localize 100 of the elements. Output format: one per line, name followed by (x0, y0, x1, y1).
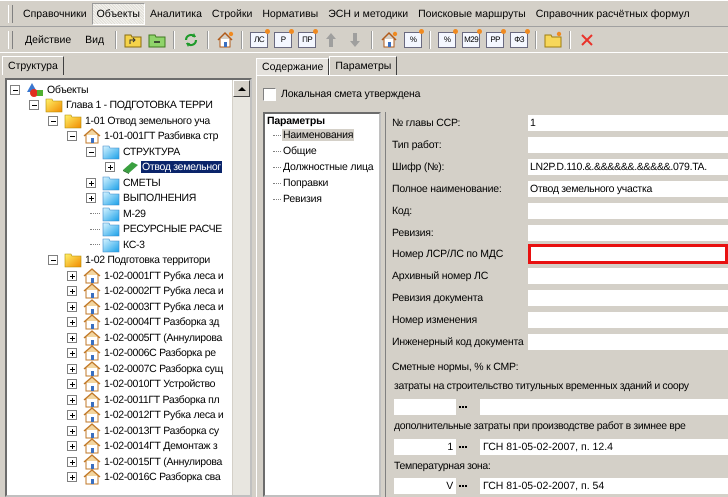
tree-item[interactable]: РЕСУРСНЫЕ РАСЧЕ (122, 223, 223, 236)
expand-icon[interactable] (86, 178, 96, 188)
expand-icon[interactable] (67, 317, 77, 328)
menu-item[interactable]: Поисковые маршруты (413, 2, 531, 24)
tree-item[interactable]: 1-02 Подготовка территори (84, 254, 211, 266)
document-gear-icon[interactable]: ПР (295, 28, 320, 50)
nav-item[interactable]: Поправки (282, 177, 330, 189)
tree-item[interactable]: 1-02-0007С Разборка сущ (103, 362, 224, 375)
tree-item[interactable]: Глава 1 - ПОДГОТОВКА ТЕРРИ (65, 99, 214, 112)
house-icon (83, 360, 101, 377)
tree-item[interactable]: 1-02-0001ГТ Рубка леса и (103, 270, 224, 282)
expand-icon[interactable] (67, 302, 77, 312)
input-field[interactable] (528, 290, 728, 306)
collapse-icon[interactable] (29, 100, 39, 110)
value-picker[interactable]: V (394, 478, 470, 494)
expand-icon[interactable] (67, 441, 77, 452)
input-field[interactable] (528, 244, 728, 264)
menu-item[interactable]: Объекты (92, 2, 145, 24)
tree-item[interactable]: 1-02-0012ГТ Рубка леса и (103, 409, 224, 422)
input-field[interactable] (528, 224, 728, 241)
expand-icon[interactable] (67, 286, 77, 296)
menu-item[interactable]: Справочник расчётных формул (530, 2, 695, 24)
document-gear-icon[interactable]: % (435, 28, 460, 50)
field-label: Полное наименование: (392, 182, 503, 195)
document-gear-icon[interactable]: ФЗ (507, 28, 532, 50)
nav-title[interactable]: Параметры (267, 115, 379, 127)
expand-icon[interactable] (67, 410, 77, 420)
input-field[interactable] (528, 202, 728, 219)
input-field[interactable]: 1 (528, 114, 728, 131)
expand-icon[interactable] (67, 456, 77, 467)
folder-icon (102, 190, 120, 206)
expand-icon[interactable] (67, 379, 77, 390)
tree-item[interactable]: 1-01 Отвод земельного уча (84, 114, 211, 127)
nav-item[interactable]: Наименования (282, 129, 354, 141)
house-icon (83, 438, 101, 454)
tree-item[interactable]: 1-02-0003ГТ Рубка леса и (103, 300, 224, 313)
input-field[interactable]: LN2P.D.110.&.&&&&&&.&&&&&.079.TA. (528, 158, 728, 175)
tree-item[interactable]: 1-02-0016С Разборка сва (103, 471, 222, 484)
nav-item[interactable]: Ревизия (282, 193, 323, 205)
tree-item[interactable]: 1-02-0005ГТ (Аннулирова (103, 332, 224, 344)
input-field[interactable] (528, 268, 728, 284)
expand-icon[interactable] (105, 162, 115, 172)
house-icon (83, 422, 101, 439)
expand-icon[interactable] (67, 348, 77, 358)
scroll-up-icon[interactable] (233, 80, 250, 97)
document-gear-icon[interactable]: РР (483, 28, 508, 50)
tree-item[interactable]: 1-02-0002ГТ Рубка леса и (103, 285, 224, 298)
reference-field[interactable]: ГСН 81-05-02-2007, п. 12.4 (480, 438, 728, 455)
collapse-icon[interactable] (48, 116, 58, 126)
menu-item[interactable]: Справочники (18, 2, 92, 24)
tree-item[interactable]: СМЕТЫ (122, 176, 162, 189)
tree-item[interactable]: ВЫПОЛНЕНИЯ (122, 192, 198, 204)
expand-icon[interactable] (86, 193, 96, 204)
expand-icon[interactable] (67, 364, 77, 374)
checkbox[interactable] (263, 88, 276, 100)
document-gear-icon[interactable]: Р (271, 28, 296, 50)
expand-icon[interactable] (67, 426, 77, 436)
expand-icon[interactable] (67, 394, 77, 405)
expand-icon[interactable] (67, 270, 77, 281)
collapse-icon[interactable] (86, 146, 96, 157)
tree-item[interactable]: 1-02-0006С Разборка ре (103, 347, 217, 360)
input-field[interactable] (528, 312, 728, 328)
tree-item[interactable]: 1-02-0014ГТ Демонтаж з (103, 440, 218, 452)
menu-item[interactable]: ЭСН и методики (323, 2, 414, 24)
tree-item[interactable]: 1-02-0004ГТ Разборка зд (103, 316, 220, 328)
collapse-icon[interactable] (10, 84, 20, 95)
tree-item[interactable]: Объекты (46, 84, 90, 96)
value-picker[interactable]: 1 (394, 438, 470, 455)
tree-item[interactable]: СТРУКТУРА (122, 146, 181, 158)
toolbar-menu[interactable]: Вид (78, 30, 112, 48)
input-field[interactable] (528, 136, 728, 153)
tree-item[interactable]: КС-3 (122, 238, 146, 251)
tree-item[interactable]: 1-02-0015ГТ (Аннулирова (103, 456, 224, 468)
tree-item[interactable]: М-29 (122, 208, 147, 220)
expand-icon[interactable] (67, 472, 77, 482)
collapse-icon[interactable] (67, 131, 77, 142)
document-gear-icon[interactable]: % (401, 28, 426, 50)
nav-item[interactable]: Должностные лица (282, 161, 374, 173)
tree-item[interactable]: 1-02-0013ГТ Разборка су (103, 424, 220, 437)
document-gear-icon[interactable]: М29 (459, 28, 484, 50)
tree-item[interactable]: 1-02-0011ГТ Разборка пл (103, 394, 220, 406)
reference-field[interactable]: ГСН 81-05-02-2007, п. 54 (480, 478, 728, 494)
tree-item[interactable]: 1-02-0010ГТ Устройство (103, 378, 216, 390)
tab[interactable]: Параметры (329, 56, 398, 75)
tab[interactable]: Содержание (256, 58, 330, 75)
input-field[interactable]: Отвод земельного участка (528, 180, 728, 197)
scrollbar[interactable] (232, 80, 250, 495)
tree-item[interactable]: Отвод земельног (141, 161, 222, 174)
menu-item[interactable]: Аналитика (144, 2, 207, 24)
tree-item[interactable]: 1-01-001ГТ Разбивка стр (103, 130, 220, 142)
reference-field[interactable] (480, 398, 728, 415)
expand-icon[interactable] (67, 332, 77, 343)
menu-item[interactable]: Стройки (206, 2, 258, 24)
nav-item[interactable]: Общие (282, 145, 318, 157)
document-gear-icon[interactable]: ЛС (247, 28, 272, 50)
tab[interactable]: Структура (2, 56, 64, 75)
collapse-icon[interactable] (48, 255, 58, 266)
menu-item[interactable]: Нормативы (257, 2, 324, 24)
toolbar-menu[interactable]: Действие (18, 30, 78, 48)
input-field[interactable] (528, 334, 728, 350)
